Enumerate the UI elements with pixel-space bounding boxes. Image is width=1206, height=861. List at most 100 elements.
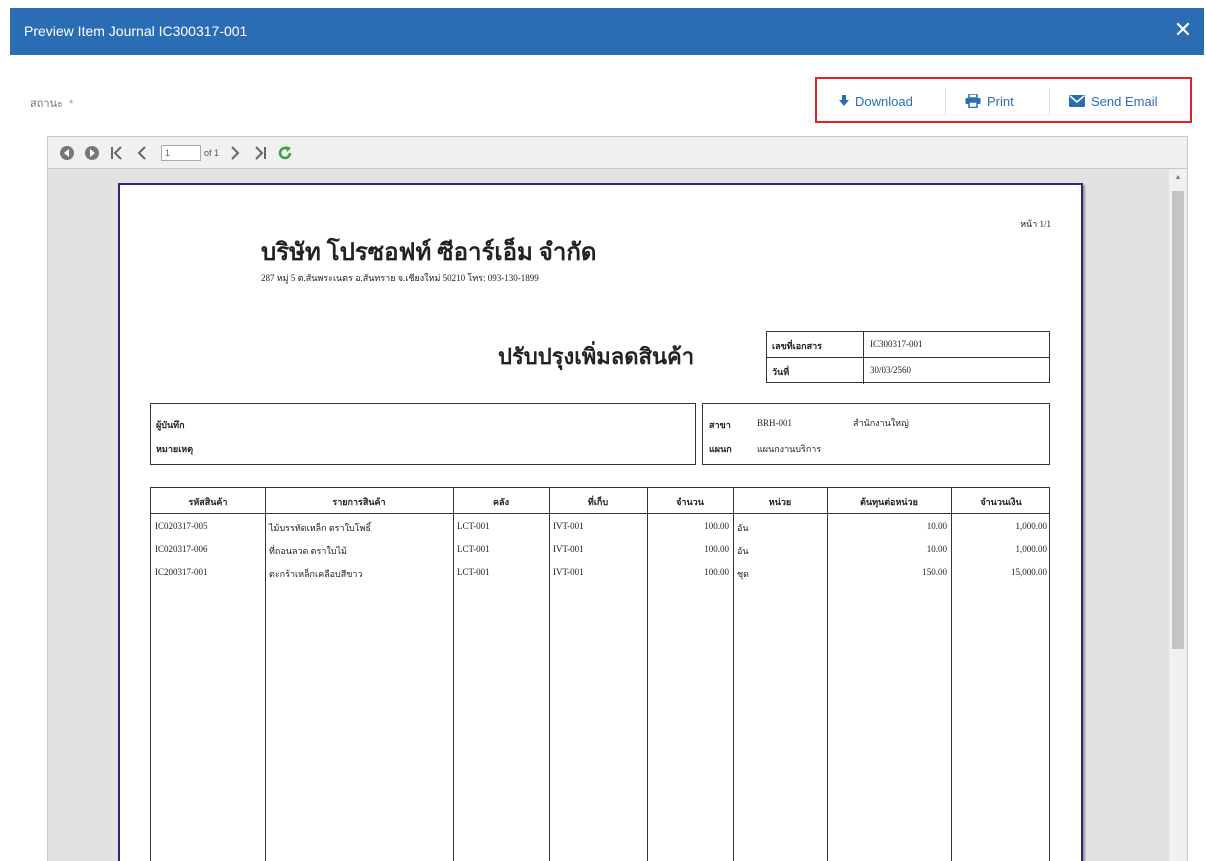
scroll-up-icon[interactable]: ▲ xyxy=(1169,169,1187,187)
status-label: สถานะ * xyxy=(30,94,73,112)
doc-number-row: เลขที่เอกสาร IC300317-001 xyxy=(767,332,1049,358)
table-cell: ไม้บรรทัดเหล็ก ตราใบโพธิ์ xyxy=(269,523,371,533)
header-divider xyxy=(151,513,1049,514)
page-count-label: of 1 xyxy=(204,147,220,158)
report-page: หน้า 1/1 บริษัท โปรซอฟท์ ซีอาร์เอ็ม จำกั… xyxy=(118,183,1083,861)
branch-code: BRH-001 xyxy=(757,418,793,428)
branch-label: สาขา xyxy=(709,420,731,430)
last-page-icon xyxy=(255,145,267,160)
refresh-icon xyxy=(278,145,292,159)
close-icon[interactable]: ✕ xyxy=(1170,17,1196,43)
column-header: รหัสสินค้า xyxy=(188,497,228,507)
column-divider xyxy=(265,488,266,861)
column-header: ต้นทุนต่อหน่วย xyxy=(860,497,918,507)
column-header: จำนวนเงิน xyxy=(980,497,1022,507)
refresh-button[interactable] xyxy=(274,142,296,164)
next-page-button[interactable] xyxy=(224,142,246,164)
table-cell: 15,000.00 xyxy=(1011,567,1047,577)
document-info-box: เลขที่เอกสาร IC300317-001 วันที่ 30/03/2… xyxy=(766,331,1050,384)
download-button[interactable]: Download xyxy=(839,86,913,116)
table-cell: 10.00 xyxy=(926,521,947,531)
status-marker: * xyxy=(68,98,74,110)
table-cell: IC020317-005 xyxy=(155,521,208,531)
title-bar: Preview Item Journal IC300317-001 ✕ xyxy=(10,8,1204,55)
next-group-button[interactable] xyxy=(81,142,103,164)
note-label: หมายเหตุ xyxy=(156,444,194,454)
branch-name: สำนักงานใหญ่ xyxy=(853,418,909,428)
status-label-text: สถานะ xyxy=(30,98,63,110)
doc-date-row: วันที่ 30/03/2560 xyxy=(767,358,1049,384)
report-viewer: หน้า 1/1 บริษัท โปรซอฟท์ ซีอาร์เอ็ม จำกั… xyxy=(47,169,1188,861)
scrollbar-thumb[interactable] xyxy=(1172,191,1184,649)
divider xyxy=(863,332,864,384)
table-cell: 100.00 xyxy=(704,544,729,554)
department-name: แผนกงานบริการ xyxy=(757,444,822,454)
branch-box: สาขา BRH-001 สำนักงานใหญ่ แผนก แผนกงานบร… xyxy=(702,403,1050,465)
table-cell: อัน xyxy=(737,546,749,556)
table-cell: IVT-001 xyxy=(553,567,584,577)
first-page-button[interactable] xyxy=(106,142,128,164)
column-header: คลัง xyxy=(493,497,509,507)
chevron-right-icon xyxy=(231,145,240,160)
table-cell: IC020317-006 xyxy=(155,544,208,554)
first-page-icon xyxy=(111,145,122,160)
send-email-button[interactable]: Send Email xyxy=(1069,86,1157,116)
table-cell: อัน xyxy=(737,523,749,533)
company-address: 287 หมู่ 5 ต.สันพระเนตร อ.สันทราย จ.เชีย… xyxy=(261,273,539,283)
recorder-box: ผู้บันทึก หมายเหตุ xyxy=(150,403,696,465)
download-label: Download xyxy=(855,93,913,109)
table-cell: LCT-001 xyxy=(457,544,490,554)
items-table: รหัสสินค้า รายการสินค้า คลัง ที่เก็บ จำนวน หน… xyxy=(150,487,1050,861)
column-header: รายการสินค้า xyxy=(332,497,386,507)
column-header: หน่วย xyxy=(768,497,792,507)
table-cell: 10.00 xyxy=(926,544,947,554)
last-page-button[interactable] xyxy=(249,142,271,164)
column-divider xyxy=(549,488,550,861)
table-cell: ตะกร้าเหล็กเคลือบสีขาว xyxy=(269,569,363,579)
column-header: ที่เก็บ xyxy=(587,497,609,507)
company-name: บริษัท โปรซอฟท์ ซีอาร์เอ็ม จำกัด xyxy=(261,240,597,266)
dialog-header: Preview Item Journal IC300317-001 ✕ xyxy=(0,0,1206,55)
envelope-icon xyxy=(1069,95,1085,107)
download-icon xyxy=(839,95,849,106)
dialog-title: Preview Item Journal IC300317-001 xyxy=(24,23,248,39)
table-cell: 100.00 xyxy=(704,521,729,531)
column-divider xyxy=(733,488,734,861)
department-label: แผนก xyxy=(709,444,732,454)
table-cell: IVT-001 xyxy=(553,521,584,531)
table-cell: 100.00 xyxy=(704,567,729,577)
recorder-label: ผู้บันทึก xyxy=(156,420,185,430)
circle-back-icon xyxy=(60,145,74,160)
table-cell: IVT-001 xyxy=(553,544,584,554)
doc-number-label: เลขที่เอกสาร xyxy=(772,341,822,351)
previous-page-button[interactable] xyxy=(131,142,153,164)
table-cell: LCT-001 xyxy=(457,521,490,531)
print-button[interactable]: Print xyxy=(965,86,1014,116)
divider xyxy=(1049,87,1050,115)
table-cell: LCT-001 xyxy=(457,567,490,577)
action-button-group: Download Print Send Email xyxy=(815,77,1192,123)
chevron-left-icon xyxy=(137,145,146,160)
circle-forward-icon xyxy=(85,145,99,160)
table-cell: 1,000.00 xyxy=(1015,521,1048,531)
table-cell: 1,000.00 xyxy=(1015,544,1048,554)
table-cell: ที่ถอนลวด ตราใบไม้ xyxy=(269,546,347,556)
page-number-input[interactable] xyxy=(161,144,201,161)
divider xyxy=(945,87,946,115)
page-number: หน้า 1/1 xyxy=(1020,219,1051,229)
column-header: จำนวน xyxy=(676,497,704,507)
printer-icon xyxy=(965,94,981,108)
vertical-scrollbar[interactable]: ▲ xyxy=(1169,169,1187,861)
table-cell: ชุด xyxy=(737,569,749,579)
print-label: Print xyxy=(987,93,1014,109)
doc-number-value: IC300317-001 xyxy=(870,339,923,349)
doc-date-value: 30/03/2560 xyxy=(870,365,912,375)
table-cell: 150.00 xyxy=(922,567,947,577)
report-viewer-toolbar: of 1 xyxy=(47,136,1188,169)
document-title: ปรับปรุงเพิ่มลดสินค้า xyxy=(498,344,695,369)
send-email-label: Send Email xyxy=(1091,93,1158,109)
column-divider xyxy=(453,488,454,861)
table-cell: IC200317-001 xyxy=(155,567,208,577)
first-group-button[interactable] xyxy=(56,142,78,164)
doc-date-label: วันที่ xyxy=(772,367,790,377)
